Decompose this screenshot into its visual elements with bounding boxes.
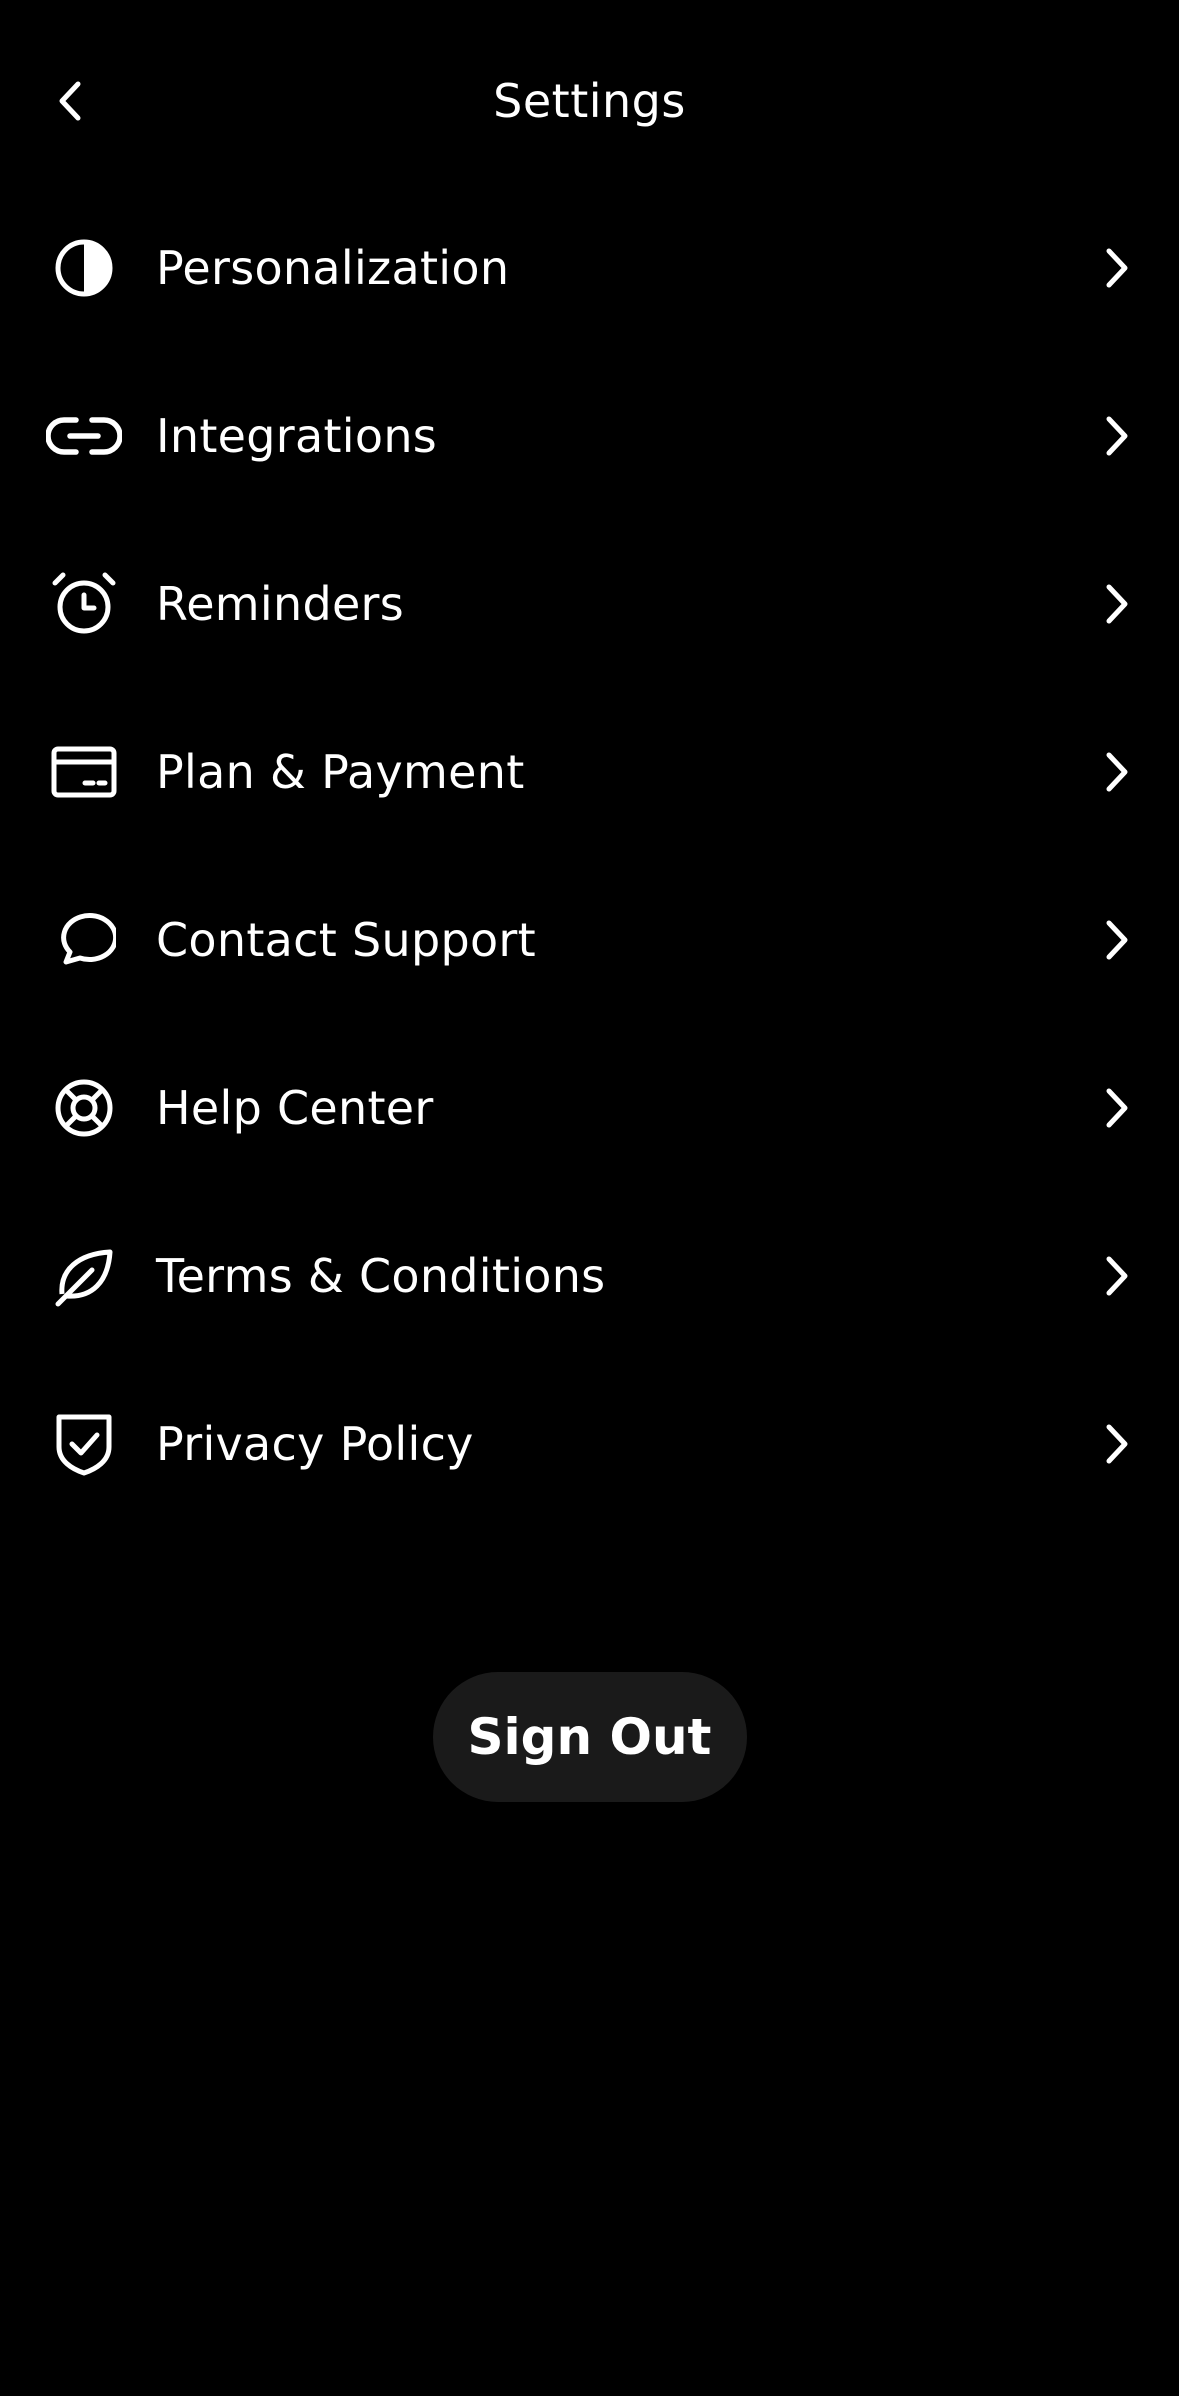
chevron-right-icon [1092, 1414, 1142, 1474]
credit-card-icon [44, 732, 124, 812]
settings-menu: Personalization Integrations Reminders P… [0, 184, 1179, 1528]
alarm-clock-icon [44, 564, 124, 644]
chevron-right-icon [1092, 1078, 1142, 1138]
chevron-right-icon [1092, 1246, 1142, 1306]
menu-item-label: Reminders [156, 577, 405, 631]
lifebuoy-icon [44, 1068, 124, 1148]
leaf-icon [44, 1236, 124, 1316]
chat-bubble-icon [44, 900, 124, 980]
menu-item-label: Plan & Payment [156, 745, 525, 799]
menu-item-terms-conditions[interactable]: Terms & Conditions [0, 1192, 1179, 1360]
header: Settings [0, 0, 1179, 200]
menu-item-label: Privacy Policy [156, 1417, 474, 1471]
shield-check-icon [44, 1404, 124, 1484]
chevron-right-icon [1092, 910, 1142, 970]
chevron-right-icon [1092, 574, 1142, 634]
menu-item-label: Terms & Conditions [156, 1249, 606, 1303]
chevron-right-icon [1092, 742, 1142, 802]
menu-item-label: Integrations [156, 409, 438, 463]
sign-out-button[interactable]: Sign Out [432, 1672, 747, 1802]
menu-item-reminders[interactable]: Reminders [0, 520, 1179, 688]
link-icon [44, 396, 124, 476]
signout-container: Sign Out [0, 1672, 1179, 1802]
menu-item-label: Contact Support [156, 913, 536, 967]
chevron-right-icon [1092, 238, 1142, 298]
menu-item-label: Help Center [156, 1081, 434, 1135]
menu-item-contact-support[interactable]: Contact Support [0, 856, 1179, 1024]
page-title: Settings [493, 74, 686, 128]
menu-item-help-center[interactable]: Help Center [0, 1024, 1179, 1192]
menu-item-personalization[interactable]: Personalization [0, 184, 1179, 352]
menu-item-label: Personalization [156, 241, 510, 295]
contrast-icon [44, 228, 124, 308]
menu-item-plan-payment[interactable]: Plan & Payment [0, 688, 1179, 856]
menu-item-privacy-policy[interactable]: Privacy Policy [0, 1360, 1179, 1528]
chevron-right-icon [1092, 406, 1142, 466]
menu-item-integrations[interactable]: Integrations [0, 352, 1179, 520]
